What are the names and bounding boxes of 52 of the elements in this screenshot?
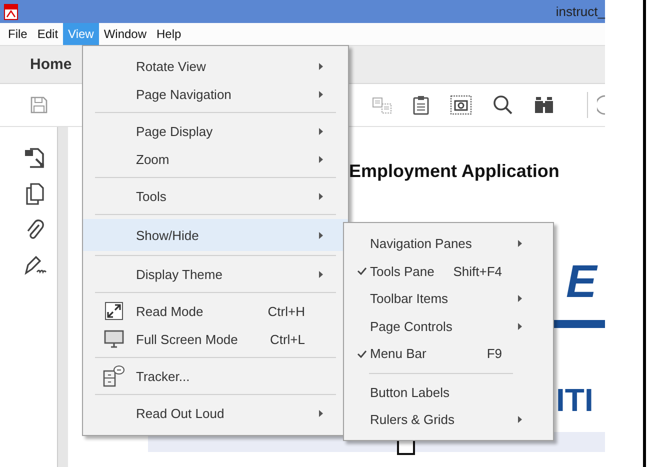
submenu-arrow-icon [319,128,323,134]
menu-item[interactable]: Navigation Panes [347,230,550,258]
submenu-arrow-icon [319,270,323,278]
document-heading: Employment Application [349,161,560,182]
pages-icon[interactable] [26,183,44,205]
menu-item[interactable]: Page Controls [347,312,550,340]
submenu-arrow-icon [319,90,323,98]
submenu-arrow-icon [319,410,323,416]
binoculars-icon[interactable] [534,96,554,114]
expand-icon [104,302,122,320]
menu-item[interactable]: Tools Pane Shift+F4 [347,258,550,285]
clipboard-icon[interactable] [413,95,429,115]
tracker-icon [102,365,124,387]
home-tab[interactable]: Home [30,56,72,73]
menu-item[interactable]: Toolbar Items [347,285,550,312]
banner-letter: E [566,258,597,304]
submenu-arrow-icon [319,62,323,70]
search-icon[interactable] [493,95,513,115]
paperclip-icon[interactable] [26,219,44,241]
menu-item[interactable]: Rotate View [86,52,345,80]
menu-item[interactable]: Read Mode Ctrl+H [86,297,345,325]
submenu-arrow-icon [518,416,522,424]
menu-bar-item[interactable]: Help [152,23,186,45]
submenu-arrow-icon [319,156,323,162]
menu-item[interactable]: Tools [86,182,345,210]
menu-item[interactable]: Button Labels [347,378,550,406]
menu-item[interactable]: Tracker... [86,362,345,390]
menu-item[interactable]: Zoom [86,145,345,173]
menu-item[interactable]: Read Out Loud [86,399,345,427]
menu-bar-item[interactable]: Window [98,23,152,45]
menu-bar-item[interactable]: Edit [32,23,64,45]
signature-pen-icon[interactable] [22,255,46,275]
menu-item[interactable]: Menu Bar F9 [347,340,550,368]
menu-item[interactable]: Full Screen Mode Ctrl+L [86,325,345,353]
save-icon[interactable] [30,96,48,114]
camera-icon[interactable] [450,95,472,115]
menu-item[interactable]: Display Theme [86,260,345,288]
window-title: instruct_ [556,4,605,19]
section-heading: ITI [556,384,594,416]
export-pdf-icon[interactable] [24,147,46,169]
pdf-app-icon [4,4,18,20]
menu-bar-item[interactable]: File [3,23,32,45]
submenu-arrow-icon [319,232,323,238]
menu-item[interactable]: Page Navigation [86,80,345,108]
submenu-arrow-icon [518,295,522,302]
submenu-arrow-icon [518,240,522,248]
menu-item[interactable]: Rulers & Grids [347,406,550,434]
menu-item[interactable]: Page Display [86,117,345,145]
submenu-arrow-icon [319,192,323,200]
menu-item[interactable]: Show/Hide [83,219,348,251]
submenu-arrow-icon [518,322,522,330]
monitor-icon [104,330,124,348]
